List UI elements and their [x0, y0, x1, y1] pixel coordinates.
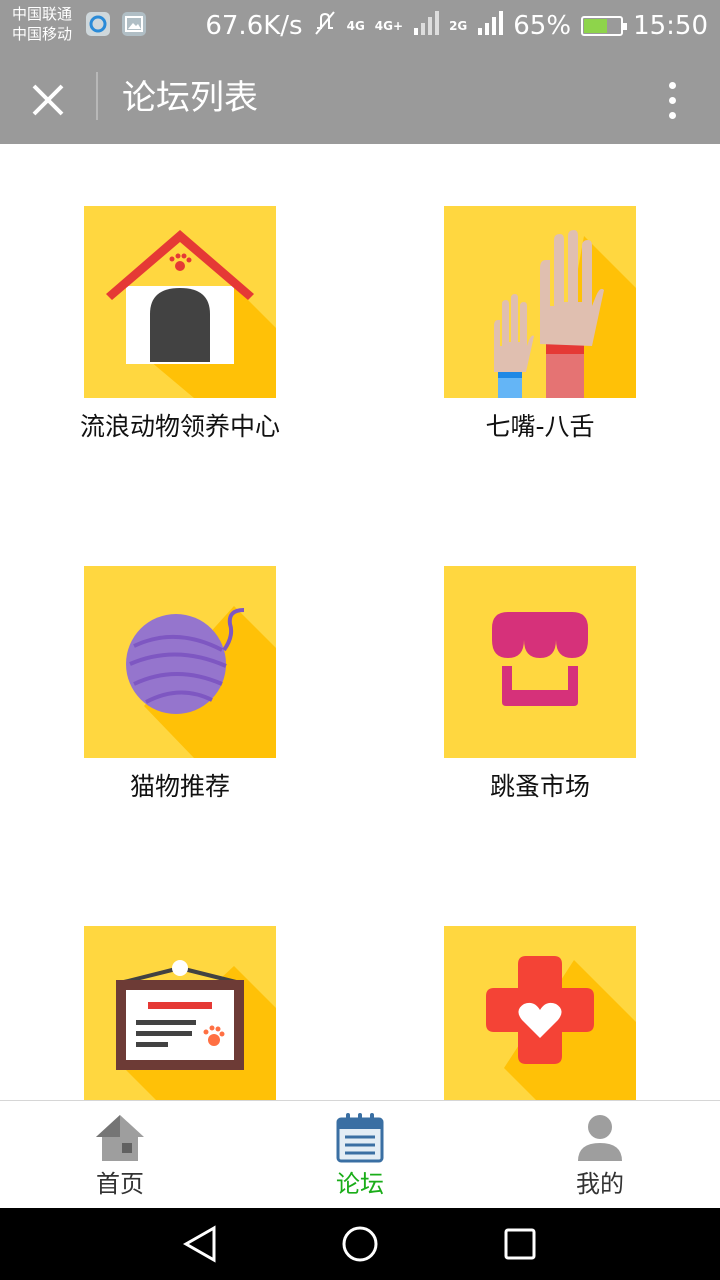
- network-2g: 2G: [449, 19, 468, 33]
- shop-awning-icon: [444, 566, 636, 758]
- image-notification-icon: [122, 12, 146, 36]
- carrier-1: 中国联通: [12, 5, 73, 23]
- app-bar: 论坛列表: [0, 52, 720, 144]
- dog-house-icon: [84, 206, 276, 398]
- status-indicators: 67.6K/s 4G 4G+ 2G 65% 15:50: [205, 8, 708, 44]
- network-4g: 4G: [346, 19, 365, 33]
- forum-item-adoption[interactable]: 流浪动物领养中心: [65, 206, 295, 446]
- yarn-ball-icon: [84, 566, 276, 758]
- app-bar-divider: [96, 72, 98, 120]
- forum-grid: 流浪动物领养中心 七嘴-八舌 猫物推荐 跳蚤市场: [0, 144, 720, 1100]
- home-circle-icon[interactable]: [338, 1222, 382, 1266]
- battery-fill: [584, 19, 608, 33]
- system-navigation-bar: [0, 1208, 720, 1280]
- back-icon[interactable]: [178, 1222, 222, 1266]
- tab-label: 首页: [96, 1170, 144, 1198]
- forum-item-notice-board[interactable]: [65, 926, 295, 1100]
- bottom-tab-bar: 首页 论坛 我的: [0, 1100, 720, 1208]
- tab-forum[interactable]: 论坛: [280, 1109, 440, 1201]
- tab-home[interactable]: 首页: [40, 1109, 200, 1201]
- more-options-button[interactable]: [652, 74, 692, 126]
- tab-label: 论坛: [336, 1170, 384, 1198]
- raised-hands-icon: [444, 206, 636, 398]
- tab-me[interactable]: 我的: [520, 1109, 680, 1201]
- signal-icon-1: [413, 10, 440, 43]
- tab-label: 我的: [576, 1170, 624, 1198]
- mute-icon: [313, 10, 337, 43]
- notice-board-icon: [84, 926, 276, 1100]
- network-4g-plus: 4G+: [374, 19, 404, 33]
- status-bar: 中国联通 中国移动 67.6K/s 4G 4G+ 2G 65% 15:50: [0, 0, 720, 52]
- more-vert-icon: [668, 81, 676, 89]
- close-icon: [32, 84, 64, 116]
- forum-item-label: 跳蚤市场: [489, 772, 590, 801]
- browser-notification-icon: [86, 12, 110, 36]
- more-vert-icon-dot: [668, 111, 676, 119]
- forum-item-discussion[interactable]: 七嘴-八舌: [425, 206, 655, 446]
- carrier-2: 中国移动: [12, 25, 73, 43]
- medical-cross-heart-icon: [444, 926, 636, 1100]
- carrier-names: 中国联通 中国移动: [12, 4, 72, 44]
- forum-item-flea-market[interactable]: 跳蚤市场: [425, 566, 655, 806]
- signal-icon-2: [477, 10, 504, 43]
- network-speed: 67.6K/s: [205, 11, 303, 41]
- forum-item-pet-health[interactable]: [425, 926, 655, 1100]
- battery-percent: 65%: [513, 11, 572, 41]
- forum-item-label: 七嘴-八舌: [485, 412, 595, 441]
- user-icon: [578, 1115, 622, 1161]
- battery-tip: [623, 23, 628, 30]
- forum-item-cat-products[interactable]: 猫物推荐: [65, 566, 295, 806]
- forum-item-label: 流浪动物领养中心: [79, 412, 280, 441]
- battery-icon: [581, 16, 628, 36]
- home-icon: [96, 1115, 144, 1161]
- close-button[interactable]: [22, 74, 74, 126]
- clock: 15:50: [633, 11, 708, 41]
- more-vert-icon-dot: [668, 96, 676, 104]
- recents-icon[interactable]: [498, 1222, 542, 1266]
- notebook-icon: [336, 1113, 384, 1163]
- page-title: 论坛列表: [122, 78, 258, 118]
- forum-item-label: 猫物推荐: [129, 772, 230, 801]
